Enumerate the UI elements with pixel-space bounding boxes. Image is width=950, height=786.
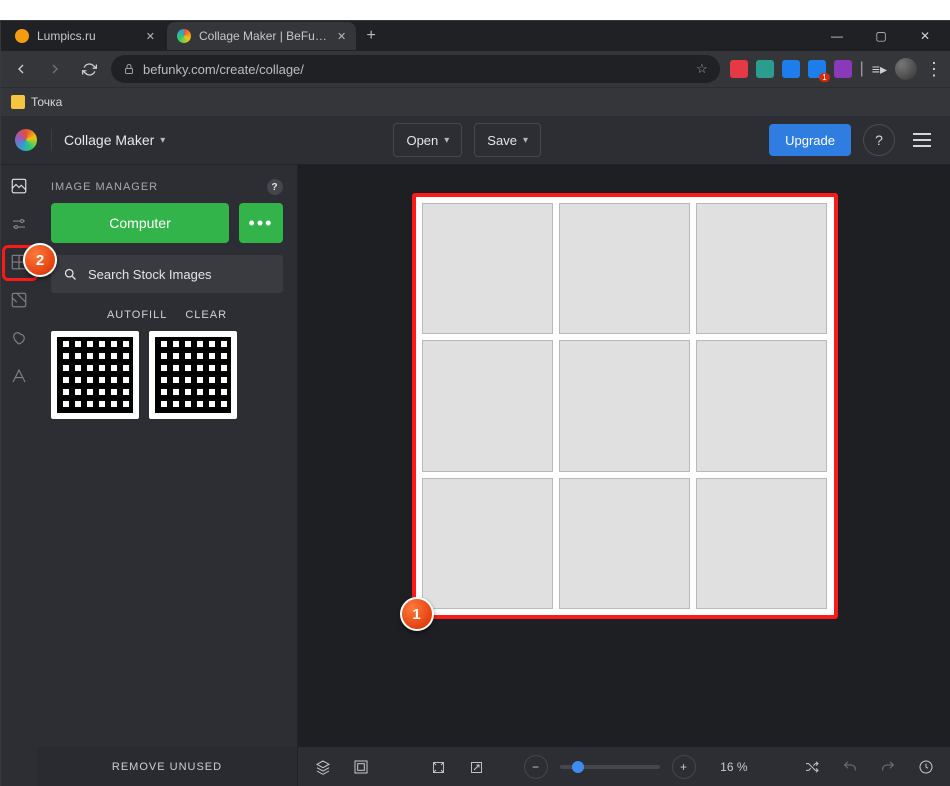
fit-icon[interactable]: [426, 754, 452, 780]
extension-icon[interactable]: [756, 60, 774, 78]
collage-cell[interactable]: [422, 203, 553, 334]
collage-cell[interactable]: [559, 478, 690, 609]
patterns-icon[interactable]: [8, 289, 30, 311]
tab-title: Collage Maker | BeFunky: Create: [199, 29, 329, 43]
back-button[interactable]: [9, 57, 33, 81]
zoom-value: 16 %: [708, 760, 748, 774]
tab-title: Lumpics.ru: [37, 29, 96, 43]
collage-cell[interactable]: [696, 203, 827, 334]
fullscreen-icon[interactable]: [464, 754, 490, 780]
browser-titlebar: Lumpics.ru ✕ Collage Maker | BeFunky: Cr…: [1, 21, 950, 51]
upgrade-button[interactable]: Upgrade: [769, 124, 851, 156]
browser-toolbar: befunky.com/create/collage/ ☆ 1 | ≡▸ ⋮: [1, 51, 950, 87]
image-thumbnails: [37, 331, 297, 419]
collage-board[interactable]: [416, 197, 834, 615]
save-menu[interactable]: Save▾: [474, 123, 541, 157]
clear-button[interactable]: CLEAR: [185, 309, 227, 321]
graphics-icon[interactable]: [8, 327, 30, 349]
lock-icon: [123, 63, 135, 75]
highlight-box: 1: [412, 193, 838, 619]
layers-icon[interactable]: [310, 754, 336, 780]
bookmark-favicon: [11, 95, 25, 109]
browser-tab-befunky[interactable]: Collage Maker | BeFunky: Create ✕: [167, 22, 356, 50]
profile-avatar[interactable]: [895, 58, 917, 80]
tool-rail: 2: [1, 165, 37, 786]
chevron-down-icon: ▾: [523, 135, 528, 146]
address-bar[interactable]: befunky.com/create/collage/ ☆: [111, 55, 720, 83]
bookmarks-bar: Точка: [1, 87, 950, 116]
autofill-button[interactable]: AUTOFILL: [107, 309, 167, 321]
zoom-in-button[interactable]: +: [672, 755, 696, 779]
zoom-knob[interactable]: [572, 761, 584, 773]
panel-help-icon[interactable]: ?: [267, 179, 283, 195]
minimize-button[interactable]: ―: [815, 21, 859, 51]
background-icon[interactable]: [348, 754, 374, 780]
canvas-toolbar: − + 16 %: [298, 747, 950, 786]
qr-image: [57, 337, 133, 413]
callout-one: 1: [400, 597, 434, 631]
star-icon[interactable]: ☆: [696, 61, 708, 77]
image-thumbnail[interactable]: [51, 331, 139, 419]
extensions-tray: 1 | ≡▸ ⋮: [730, 58, 943, 80]
settings-icon[interactable]: [8, 213, 30, 235]
favicon: [15, 29, 29, 43]
app-header: Collage Maker ▾ Open▾ Save▾ Upgrade ?: [1, 116, 950, 165]
image-manager-icon[interactable]: [8, 175, 30, 197]
help-button[interactable]: ?: [863, 124, 895, 156]
maximize-button[interactable]: ▢: [859, 21, 903, 51]
image-thumbnail[interactable]: [149, 331, 237, 419]
collage-cell[interactable]: [559, 340, 690, 471]
collage-cell[interactable]: [422, 340, 553, 471]
close-window-button[interactable]: ✕: [903, 21, 947, 51]
shuffle-icon[interactable]: [799, 754, 825, 780]
befunky-logo[interactable]: [15, 129, 37, 151]
bookmark-item[interactable]: Точка: [31, 95, 62, 109]
chevron-down-icon: ▾: [444, 135, 449, 146]
collage-cell[interactable]: [559, 203, 690, 334]
open-menu[interactable]: Open▾: [393, 123, 462, 157]
canvas-area: 1 − + 16 %: [298, 165, 950, 786]
browser-tab-lumpics[interactable]: Lumpics.ru ✕: [5, 22, 165, 50]
text-icon[interactable]: [8, 365, 30, 387]
canvas-stage[interactable]: 1: [298, 165, 950, 747]
undo-icon[interactable]: [837, 754, 863, 780]
hamburger-menu[interactable]: [907, 125, 937, 155]
collage-cell[interactable]: [422, 478, 553, 609]
history-icon[interactable]: [913, 754, 939, 780]
search-stock-button[interactable]: Search Stock Images: [51, 255, 283, 293]
qr-image: [155, 337, 231, 413]
reading-list-icon[interactable]: ≡▸: [872, 61, 887, 78]
chevron-down-icon: ▾: [160, 135, 165, 146]
callout-two: 2: [23, 243, 57, 277]
collage-cell[interactable]: [696, 478, 827, 609]
mode-label: Collage Maker: [64, 132, 154, 148]
forward-button[interactable]: [43, 57, 67, 81]
favicon: [177, 29, 191, 43]
window-controls: ― ▢ ✕: [815, 21, 947, 51]
new-tab-button[interactable]: +: [358, 23, 384, 49]
zoom-slider[interactable]: [560, 765, 660, 769]
befunky-app: Collage Maker ▾ Open▾ Save▾ Upgrade ?: [1, 116, 950, 786]
extension-icon[interactable]: [834, 60, 852, 78]
zoom-out-button[interactable]: −: [524, 755, 548, 779]
url-text: befunky.com/create/collage/: [143, 62, 304, 77]
reload-button[interactable]: [77, 57, 101, 81]
close-tab-icon[interactable]: ✕: [146, 30, 155, 43]
search-icon: [63, 267, 78, 282]
kebab-menu-icon[interactable]: ⋮: [925, 59, 943, 80]
extension-icon[interactable]: [782, 60, 800, 78]
image-manager-panel: IMAGE MANAGER ? Computer ••• Search Stoc…: [37, 165, 298, 786]
extension-icon[interactable]: 1: [808, 60, 826, 78]
more-sources-button[interactable]: •••: [239, 203, 283, 243]
divider: |: [860, 60, 864, 78]
computer-upload-button[interactable]: Computer: [51, 203, 229, 243]
extension-icon[interactable]: [730, 60, 748, 78]
panel-title: IMAGE MANAGER: [51, 181, 158, 193]
close-tab-icon[interactable]: ✕: [337, 30, 346, 43]
collage-cell[interactable]: [696, 340, 827, 471]
mode-switcher[interactable]: Collage Maker ▾: [64, 132, 165, 148]
redo-icon[interactable]: [875, 754, 901, 780]
remove-unused-button[interactable]: REMOVE UNUSED: [37, 747, 297, 786]
